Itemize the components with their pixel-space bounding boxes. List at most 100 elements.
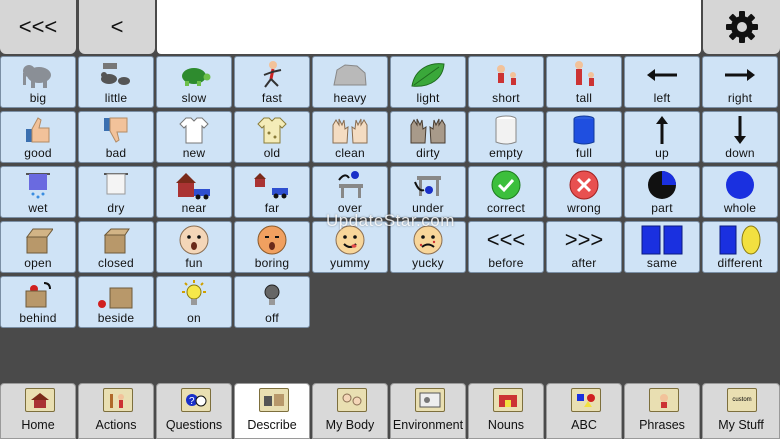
word-button-left[interactable]: left [624, 56, 700, 108]
settings-button[interactable] [703, 0, 780, 54]
tab-my-body[interactable]: My Body [312, 383, 388, 439]
word-button-same[interactable]: same [624, 221, 700, 273]
word-button-open[interactable]: open [0, 221, 76, 273]
full-cup-icon [547, 114, 621, 146]
word-button-on[interactable]: on [156, 276, 232, 328]
word-button-dirty[interactable]: dirty [390, 111, 466, 163]
tab-actions[interactable]: Actions [78, 383, 154, 439]
word-button-correct[interactable]: correct [468, 166, 544, 218]
svg-text:?: ? [189, 396, 195, 407]
word-label: closed [98, 256, 134, 270]
behind-box-icon [1, 279, 75, 311]
turtle-icon [157, 59, 231, 91]
before-arrows-icon: <<< [469, 224, 543, 256]
word-button-big[interactable]: big [0, 56, 76, 108]
word-label: same [646, 256, 678, 270]
tab-environment[interactable]: Environment [390, 383, 466, 439]
ball-over-table-icon [313, 169, 387, 201]
back-label: < [110, 14, 124, 39]
tab-my-stuff[interactable]: custom My Stuff [702, 383, 780, 439]
word-button-boring[interactable]: boring [234, 221, 310, 273]
word-button-after[interactable]: >>> after [546, 221, 622, 273]
tab-questions[interactable]: ? Questions [156, 383, 232, 439]
word-button-fast[interactable]: fast [234, 56, 310, 108]
word-button-whole[interactable]: whole [702, 166, 778, 218]
tab-label: Nouns [487, 418, 525, 432]
tab-label: My Body [325, 418, 375, 432]
word-button-wrong[interactable]: wrong [546, 166, 622, 218]
word-button-clean[interactable]: clean [312, 111, 388, 163]
word-button-tall[interactable]: tall [546, 56, 622, 108]
word-button-part[interactable]: part [624, 166, 700, 218]
word-button-near[interactable]: near [156, 166, 232, 218]
word-button-off[interactable]: off [234, 276, 310, 328]
message-bar[interactable] [157, 0, 701, 54]
word-button-closed[interactable]: closed [78, 221, 154, 273]
nouns-icon [493, 388, 523, 412]
word-button-before[interactable]: <<< before [468, 221, 544, 273]
word-button-old[interactable]: old [234, 111, 310, 163]
arrow-up-icon [625, 114, 699, 146]
bored-face-icon [235, 224, 309, 256]
word-label: near [181, 201, 207, 215]
old-shirt-icon [235, 114, 309, 146]
word-button-dry[interactable]: dry [78, 166, 154, 218]
tab-home[interactable]: Home [0, 383, 76, 439]
x-circle-icon [547, 169, 621, 201]
word-label: yummy [330, 256, 370, 270]
word-label: right [727, 91, 753, 105]
back-to-start-label: <<< [18, 14, 58, 39]
environment-icon [415, 388, 445, 412]
check-circle-icon [469, 169, 543, 201]
word-button-empty[interactable]: empty [468, 111, 544, 163]
tab-describe[interactable]: Describe [234, 383, 310, 439]
word-label: fun [185, 256, 203, 270]
word-label: wrong [567, 201, 601, 215]
elephant-icon [1, 59, 75, 91]
tab-label: My Stuff [718, 418, 764, 432]
word-label: bad [105, 146, 127, 160]
word-button-wet[interactable]: wet [0, 166, 76, 218]
arrow-left-icon [625, 59, 699, 91]
tab-nouns[interactable]: Nouns [468, 383, 544, 439]
word-button-short[interactable]: short [468, 56, 544, 108]
word-button-good[interactable]: good [0, 111, 76, 163]
word-button-light[interactable]: light [390, 56, 466, 108]
word-button-up[interactable]: up [624, 111, 700, 163]
word-label: left [653, 91, 671, 105]
word-button-right[interactable]: right [702, 56, 778, 108]
word-button-slow[interactable]: slow [156, 56, 232, 108]
icon-glyph: <<< [486, 227, 526, 252]
word-button-different[interactable]: different [702, 221, 778, 273]
back-to-start-button[interactable]: <<< [0, 0, 76, 54]
whole-circle-icon [703, 169, 777, 201]
word-label: dirty [416, 146, 440, 160]
word-button-heavy[interactable]: heavy [312, 56, 388, 108]
tab-label: Environment [392, 418, 464, 432]
word-button-far[interactable]: far [234, 166, 310, 218]
word-label: wet [28, 201, 48, 215]
word-button-behind[interactable]: behind [0, 276, 76, 328]
word-button-fun[interactable]: fun [156, 221, 232, 273]
watermark: UpdateStar.com [326, 211, 455, 230]
word-button-new[interactable]: new [156, 111, 232, 163]
dirty-hands-icon [391, 114, 465, 146]
happy-face-icon [157, 224, 231, 256]
word-button-little[interactable]: little [78, 56, 154, 108]
word-label: boring [254, 256, 290, 270]
thumbs-down-icon [79, 114, 153, 146]
back-button[interactable]: < [79, 0, 155, 54]
word-label: light [416, 91, 440, 105]
phrases-icon [649, 388, 679, 412]
word-button-full[interactable]: full [546, 111, 622, 163]
word-button-down[interactable]: down [702, 111, 778, 163]
tab-abc[interactable]: ABC [546, 383, 622, 439]
word-button-beside[interactable]: beside [78, 276, 154, 328]
gear-icon [725, 11, 758, 43]
dry-towel-icon [79, 169, 153, 201]
tab-phrases[interactable]: Phrases [624, 383, 700, 439]
word-label: whole [723, 201, 757, 215]
word-label: old [263, 146, 281, 160]
custom-folder-icon: custom [727, 388, 757, 412]
word-button-bad[interactable]: bad [78, 111, 154, 163]
